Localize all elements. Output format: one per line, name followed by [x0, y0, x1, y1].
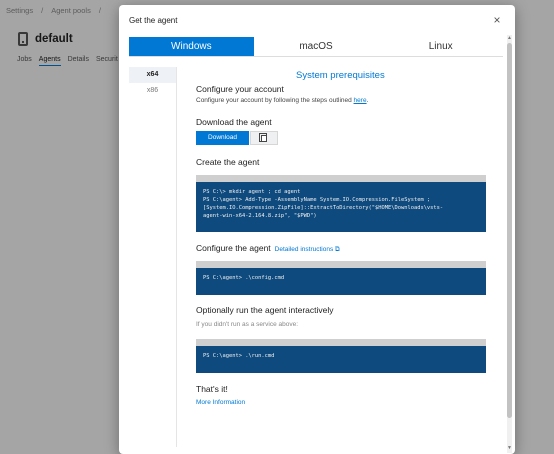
dialog-scrollbar[interactable]: ▲ ▼	[507, 35, 512, 453]
create-agent-code-text: PS C:\> mkdir agent ; cd agent PS C:\age…	[203, 189, 444, 219]
arch-item-x64[interactable]: x64	[129, 67, 176, 83]
tab-linux[interactable]: Linux	[378, 37, 503, 56]
run-agent-note: If you didn't run as a service above:	[196, 321, 299, 328]
os-tabs: Windows macOS Linux	[129, 37, 503, 57]
system-prerequisites-link[interactable]: System prerequisites	[296, 70, 385, 81]
configure-agent-code[interactable]: PS C:\agent> .\config.cmd	[196, 261, 486, 295]
create-agent-code[interactable]: PS C:\> mkdir agent ; cd agent PS C:\age…	[196, 175, 486, 232]
get-agent-dialog: Get the agent × Windows macOS Linux x64 …	[119, 5, 515, 454]
copy-link-button[interactable]	[250, 131, 278, 145]
done-heading: That's it!	[196, 384, 228, 394]
configure-agent-code-text: PS C:\agent> .\config.cmd	[203, 275, 285, 281]
configure-account-heading: Configure your account	[196, 84, 284, 94]
arch-list: x64 x86	[129, 67, 177, 447]
configure-account-suffix: .	[366, 97, 369, 104]
download-button[interactable]: Download	[196, 131, 249, 145]
configure-agent-heading: Configure the agent Detailed instructions…	[196, 243, 340, 254]
code-toolbar	[196, 261, 486, 268]
detailed-instructions-link[interactable]: Detailed instructions ⧉	[275, 246, 340, 253]
code-toolbar	[196, 339, 486, 346]
configure-agent-title: Configure the agent	[196, 243, 271, 253]
close-icon[interactable]: ×	[490, 13, 504, 27]
configure-account-desc: Configure your account by following the …	[196, 97, 354, 104]
run-agent-code-text: PS C:\agent> .\run.cmd	[203, 353, 275, 359]
run-agent-code[interactable]: PS C:\agent> .\run.cmd	[196, 339, 486, 373]
configure-account-text: Configure your account by following the …	[196, 97, 368, 104]
run-agent-heading: Optionally run the agent interactively	[196, 305, 334, 315]
arch-item-x86[interactable]: x86	[129, 83, 176, 99]
tab-windows[interactable]: Windows	[129, 37, 254, 56]
create-agent-heading: Create the agent	[196, 157, 260, 167]
scrollbar-thumb[interactable]	[507, 43, 512, 418]
download-heading: Download the agent	[196, 117, 272, 127]
here-link[interactable]: here	[354, 97, 367, 104]
code-toolbar	[196, 175, 486, 182]
dialog-title: Get the agent	[129, 16, 178, 25]
copy-icon	[259, 133, 267, 142]
scroll-up-icon[interactable]: ▲	[507, 36, 512, 41]
tab-macos[interactable]: macOS	[254, 37, 379, 56]
scroll-down-icon[interactable]: ▼	[507, 446, 512, 451]
more-information-link[interactable]: More Information	[196, 399, 245, 406]
